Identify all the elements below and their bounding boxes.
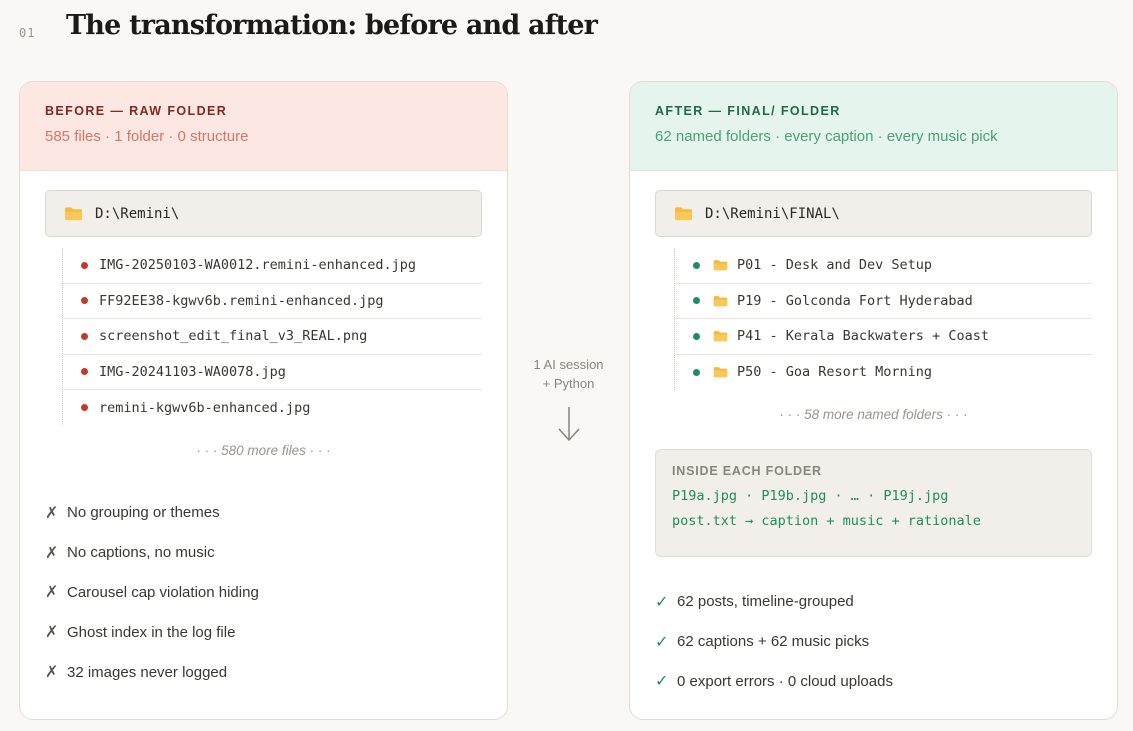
problem-text: 32 images never logged: [67, 663, 228, 681]
file-row: IMG-20250103-WA0012.remini-enhanced.jpg: [63, 248, 482, 284]
file-name: remini-kgwv6b-enhanced.jpg: [99, 399, 311, 416]
folder-name: P01 - Desk and Dev Setup: [737, 257, 933, 274]
before-path-box: D:\Remini\: [45, 190, 482, 237]
after-more-folders: · · · 58 more named folders · · ·: [779, 407, 968, 422]
before-panel-header: BEFORE — RAW FOLDER 585 files · 1 folder…: [20, 82, 507, 171]
folder-row: P41 - Kerala Backwaters + Coast: [675, 319, 1092, 355]
problem-text: Carousel cap violation hiding: [67, 583, 259, 601]
file-name: screenshot_edit_final_v3_REAL.png: [99, 328, 368, 345]
file-row: screenshot_edit_final_v3_REAL.png: [63, 319, 482, 355]
result-text: 62 captions + 62 music picks: [677, 633, 870, 651]
before-panel: BEFORE — RAW FOLDER 585 files · 1 folder…: [19, 81, 508, 720]
folder-icon: [713, 367, 728, 378]
cross-icon: ✗: [45, 584, 59, 602]
file-dot: [81, 261, 88, 269]
file-name: IMG-20250103-WA0012.remini-enhanced.jpg: [99, 257, 416, 274]
result-text: 62 posts, timeline-grouped: [677, 593, 854, 611]
folder-dot: [693, 332, 700, 340]
inside-folder-label: INSIDE EACH FOLDER: [672, 464, 822, 478]
folder-icon: [713, 331, 728, 342]
problem-item: ✗ 32 images never logged: [45, 652, 259, 692]
arrow-down-icon: [557, 407, 580, 442]
inside-folder-post: post.txt → caption + music + rationale: [672, 513, 981, 529]
result-item: ✓ 62 captions + 62 music picks: [655, 622, 893, 662]
after-path-box: D:\Remini\FINAL\: [655, 190, 1092, 237]
file-dot: [81, 332, 88, 340]
problem-item: ✗ No grouping or themes: [45, 493, 259, 533]
folder-row: P19 - Golconda Fort Hyderabad: [675, 284, 1092, 319]
file-name: FF92EE38-kgwv6b.remini-enhanced.jpg: [99, 292, 384, 309]
after-panel-subtitle: 62 named folders · every caption · every…: [655, 128, 998, 145]
before-more-files: · · · 580 more files · · ·: [196, 443, 331, 458]
folder-name: P41 - Kerala Backwaters + Coast: [737, 328, 989, 345]
transformation-connector: 1 AI session + Python: [508, 355, 629, 443]
problem-item: ✗ Carousel cap violation hiding: [45, 573, 259, 613]
folder-row: P01 - Desk and Dev Setup: [675, 248, 1092, 284]
before-problem-list: ✗ No grouping or themes ✗ No captions, n…: [45, 493, 259, 692]
problem-item: ✗ Ghost index in the log file: [45, 612, 259, 652]
check-icon: ✓: [655, 673, 669, 691]
connector-line-2: + Python: [542, 376, 595, 391]
file-row: FF92EE38-kgwv6b.remini-enhanced.jpg: [63, 284, 482, 319]
folder-row: P50 - Goa Resort Morning: [675, 355, 1092, 391]
section-number: 01: [19, 26, 36, 40]
cross-icon: ✗: [45, 504, 59, 522]
after-panel-header: AFTER — FINAL/ FOLDER 62 named folders ·…: [630, 82, 1117, 171]
inside-folder-files: P19a.jpg · P19b.jpg · … · P19j.jpg: [672, 488, 949, 504]
cross-icon: ✗: [45, 624, 59, 642]
folder-name: P50 - Goa Resort Morning: [737, 364, 933, 381]
after-result-list: ✓ 62 posts, timeline-grouped ✓ 62 captio…: [655, 582, 893, 701]
folder-icon: [65, 207, 82, 221]
folder-dot: [693, 297, 700, 305]
problem-text: No grouping or themes: [67, 504, 220, 522]
connector-line-1: 1 AI session: [533, 357, 604, 372]
check-icon: ✓: [655, 633, 669, 651]
after-folder-list: P01 - Desk and Dev Setup P19 - Golconda …: [674, 248, 1092, 390]
folder-icon: [713, 260, 728, 271]
inside-folder-box: INSIDE EACH FOLDER P19a.jpg · P19b.jpg ·…: [655, 449, 1092, 557]
before-panel-subtitle: 585 files · 1 folder · 0 structure: [45, 128, 249, 145]
cross-icon: ✗: [45, 544, 59, 562]
file-dot: [81, 404, 88, 412]
result-item: ✓ 62 posts, timeline-grouped: [655, 582, 893, 622]
result-item: ✓ 0 export errors · 0 cloud uploads: [655, 662, 893, 702]
file-name: IMG-20241103-WA0078.jpg: [99, 363, 286, 380]
check-icon: ✓: [655, 593, 669, 611]
file-dot: [81, 368, 88, 376]
file-dot: [81, 297, 88, 305]
problem-text: Ghost index in the log file: [67, 623, 236, 641]
before-path-text: D:\Remini\: [95, 205, 180, 222]
folder-dot: [693, 261, 700, 269]
after-panel-label: AFTER — FINAL/ FOLDER: [655, 104, 841, 118]
cross-icon: ✗: [45, 664, 59, 682]
section-title: The transformation: before and after: [66, 10, 598, 41]
file-row: IMG-20241103-WA0078.jpg: [63, 355, 482, 390]
folder-icon: [675, 207, 692, 221]
problem-text: No captions, no music: [67, 544, 215, 562]
after-path-text: D:\Remini\FINAL\: [705, 205, 840, 222]
before-file-list: IMG-20250103-WA0012.remini-enhanced.jpg …: [62, 248, 482, 426]
folder-icon: [713, 295, 728, 306]
folder-name: P19 - Golconda Fort Hyderabad: [737, 292, 973, 309]
result-text: 0 export errors · 0 cloud uploads: [677, 672, 893, 690]
problem-item: ✗ No captions, no music: [45, 533, 259, 573]
file-row: remini-kgwv6b-enhanced.jpg: [63, 390, 482, 426]
folder-dot: [693, 368, 700, 376]
before-panel-label: BEFORE — RAW FOLDER: [45, 104, 228, 118]
after-panel: AFTER — FINAL/ FOLDER 62 named folders ·…: [629, 81, 1118, 720]
